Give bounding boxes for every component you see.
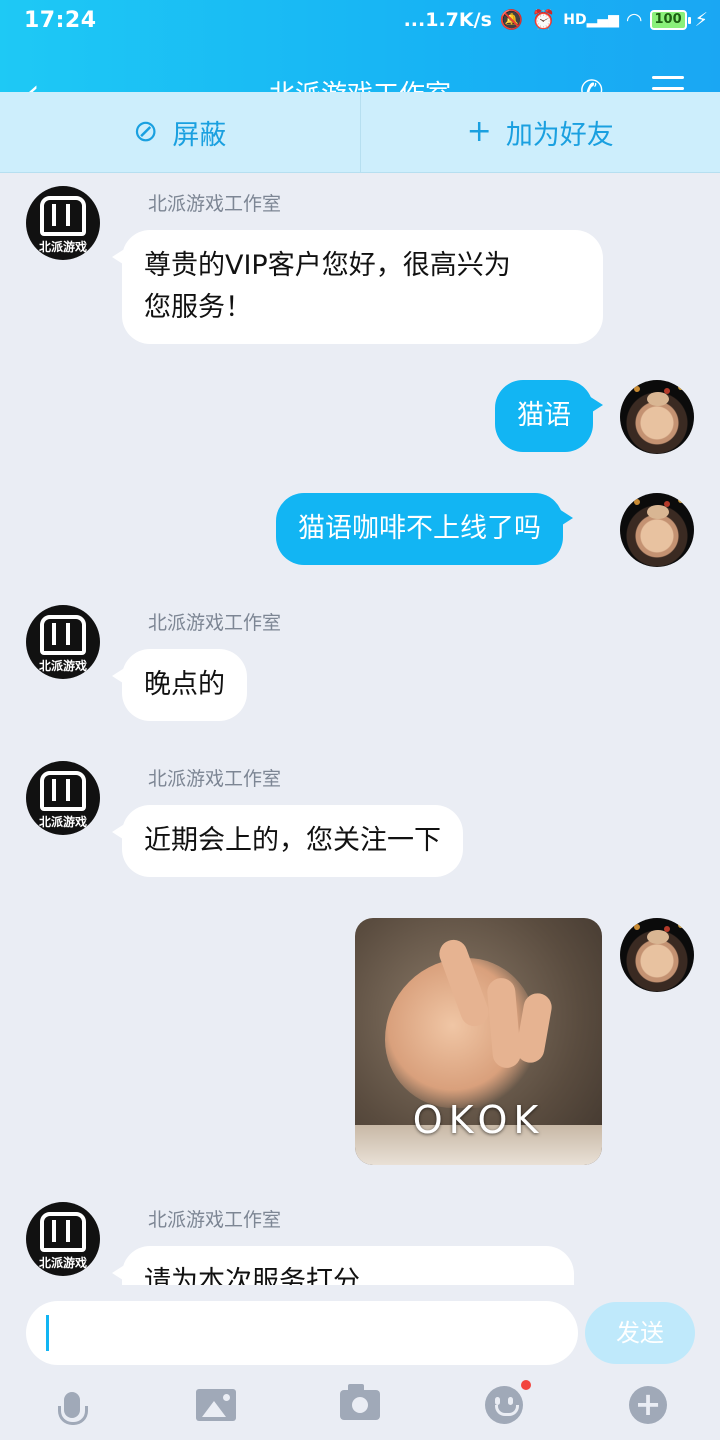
message-bubble[interactable]: 猫语 bbox=[495, 380, 603, 452]
alarm-icon: ⏰ bbox=[531, 9, 556, 31]
contact-avatar[interactable]: 北派游戏 bbox=[26, 186, 100, 260]
status-indicators: ...1.7K/s 🔕 ⏰ HD▂▄▆ ◠ 100 ⚡ bbox=[403, 8, 708, 32]
plus-icon: + bbox=[466, 114, 492, 149]
studio-logo-icon bbox=[40, 196, 86, 236]
composer-toolbar: + bbox=[0, 1380, 720, 1435]
my-avatar[interactable] bbox=[620, 918, 694, 992]
phone-icon[interactable]: ✆ bbox=[580, 74, 603, 92]
camera-button[interactable] bbox=[340, 1384, 380, 1425]
sticker-caption: OKOK bbox=[412, 1098, 545, 1142]
chat-title: 北派游戏工作室 bbox=[0, 74, 720, 92]
avatar-caption: 北派游戏 bbox=[38, 240, 87, 254]
message-bubble[interactable]: 猫语咖啡不上线了吗 bbox=[276, 493, 573, 565]
voice-button[interactable] bbox=[52, 1385, 92, 1425]
microphone-icon bbox=[58, 1392, 88, 1425]
message-bubble[interactable]: 请为本次服务打分 bbox=[112, 1246, 574, 1285]
status-time: 17:24 bbox=[24, 8, 97, 33]
sender-name: 北派游戏工作室 bbox=[148, 193, 282, 215]
message-bubble[interactable]: 晚点的 bbox=[112, 649, 247, 721]
emoji-button[interactable] bbox=[484, 1380, 531, 1425]
add-friend-label: 加为好友 bbox=[505, 119, 614, 151]
text-caret bbox=[46, 1315, 49, 1351]
stranger-action-bar: ⊘ 屏蔽 + 加为好友 bbox=[0, 92, 720, 173]
menu-icon[interactable] bbox=[652, 76, 684, 92]
block-button[interactable]: ⊘ 屏蔽 bbox=[0, 92, 361, 172]
avatar-caption: 北派游戏 bbox=[38, 659, 87, 673]
contact-avatar[interactable]: 北派游戏 bbox=[26, 1202, 100, 1276]
plus-circle-icon: + bbox=[629, 1386, 667, 1424]
message-list[interactable]: 北派游戏 北派游戏工作室 尊贵的VIP客户您好，很高兴为 您服务！ 猫语 猫语咖… bbox=[0, 173, 720, 1285]
more-button[interactable]: + bbox=[628, 1385, 668, 1425]
message-bubble[interactable]: 近期会上的，您关注一下 bbox=[112, 805, 463, 877]
send-button[interactable]: 发送 bbox=[585, 1302, 695, 1364]
message-line: 尊贵的VIP客户您好，很高兴为 bbox=[144, 250, 511, 281]
status-bar: 17:24 ...1.7K/s 🔕 ⏰ HD▂▄▆ ◠ 100 ⚡ bbox=[0, 0, 720, 44]
battery-icon: 100 bbox=[649, 9, 691, 30]
title-bar: ‹ 北派游戏工作室 ✆ bbox=[0, 60, 720, 92]
avatar-caption: 北派游戏 bbox=[38, 1256, 87, 1270]
battery-level: 100 bbox=[654, 11, 682, 27]
emoji-icon bbox=[485, 1380, 531, 1424]
notification-dot bbox=[521, 1380, 531, 1390]
message-line: 您服务！ bbox=[144, 292, 252, 323]
hd-label: HD bbox=[563, 11, 587, 28]
composer-bar: 发送 + bbox=[0, 1285, 720, 1440]
sender-name: 北派游戏工作室 bbox=[148, 612, 282, 634]
mute-icon: 🔕 bbox=[499, 9, 524, 31]
network-speed: ...1.7K/s bbox=[403, 8, 492, 31]
message-input[interactable] bbox=[26, 1301, 578, 1365]
add-friend-button[interactable]: + 加为好友 bbox=[361, 92, 720, 172]
top-bar: 17:24 ...1.7K/s 🔕 ⏰ HD▂▄▆ ◠ 100 ⚡ ‹ 北派游戏… bbox=[0, 0, 720, 92]
sender-name: 北派游戏工作室 bbox=[148, 1209, 282, 1231]
contact-avatar[interactable]: 北派游戏 bbox=[26, 605, 100, 679]
studio-logo-icon bbox=[40, 771, 86, 811]
avatar-caption: 北派游戏 bbox=[38, 815, 87, 829]
block-label: 屏蔽 bbox=[172, 119, 227, 151]
contact-avatar[interactable]: 北派游戏 bbox=[26, 761, 100, 835]
my-avatar[interactable] bbox=[620, 493, 694, 567]
photo-button[interactable] bbox=[196, 1385, 236, 1425]
image-icon bbox=[196, 1389, 236, 1421]
charging-icon: ⚡ bbox=[694, 8, 708, 31]
sticker-image[interactable]: OKOK bbox=[355, 918, 602, 1165]
wifi-icon: ◠ bbox=[626, 8, 642, 31]
message-bubble[interactable]: 尊贵的VIP客户您好，很高兴为 您服务！ bbox=[112, 230, 603, 344]
studio-logo-icon bbox=[40, 1212, 86, 1252]
signal-icon: HD▂▄▆ bbox=[563, 11, 619, 28]
block-icon: ⊘ bbox=[133, 114, 159, 149]
my-avatar[interactable] bbox=[620, 380, 694, 454]
studio-logo-icon bbox=[40, 615, 86, 655]
camera-icon bbox=[340, 1384, 380, 1420]
sender-name: 北派游戏工作室 bbox=[148, 768, 282, 790]
